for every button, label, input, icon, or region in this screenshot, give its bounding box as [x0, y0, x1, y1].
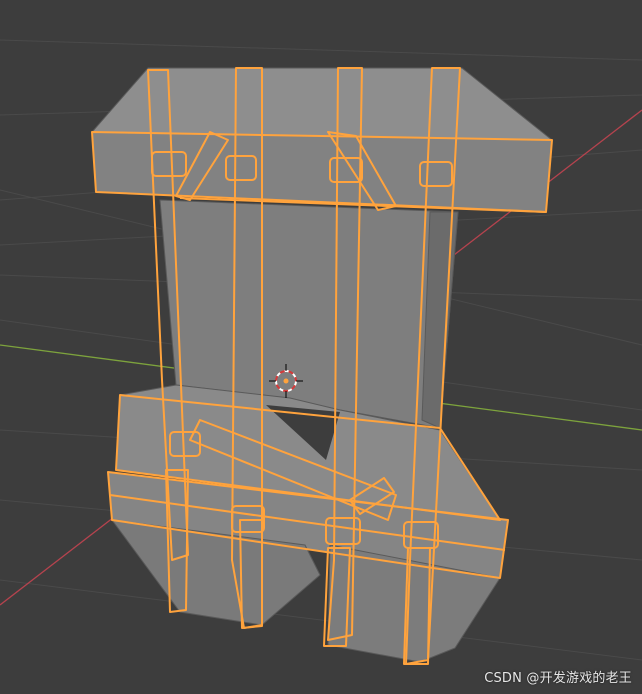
- viewport-scene[interactable]: [0, 0, 642, 694]
- 3d-viewport[interactable]: CSDN @开发游戏的老王: [0, 0, 642, 694]
- watermark-text: CSDN @开发游戏的老王: [484, 671, 632, 686]
